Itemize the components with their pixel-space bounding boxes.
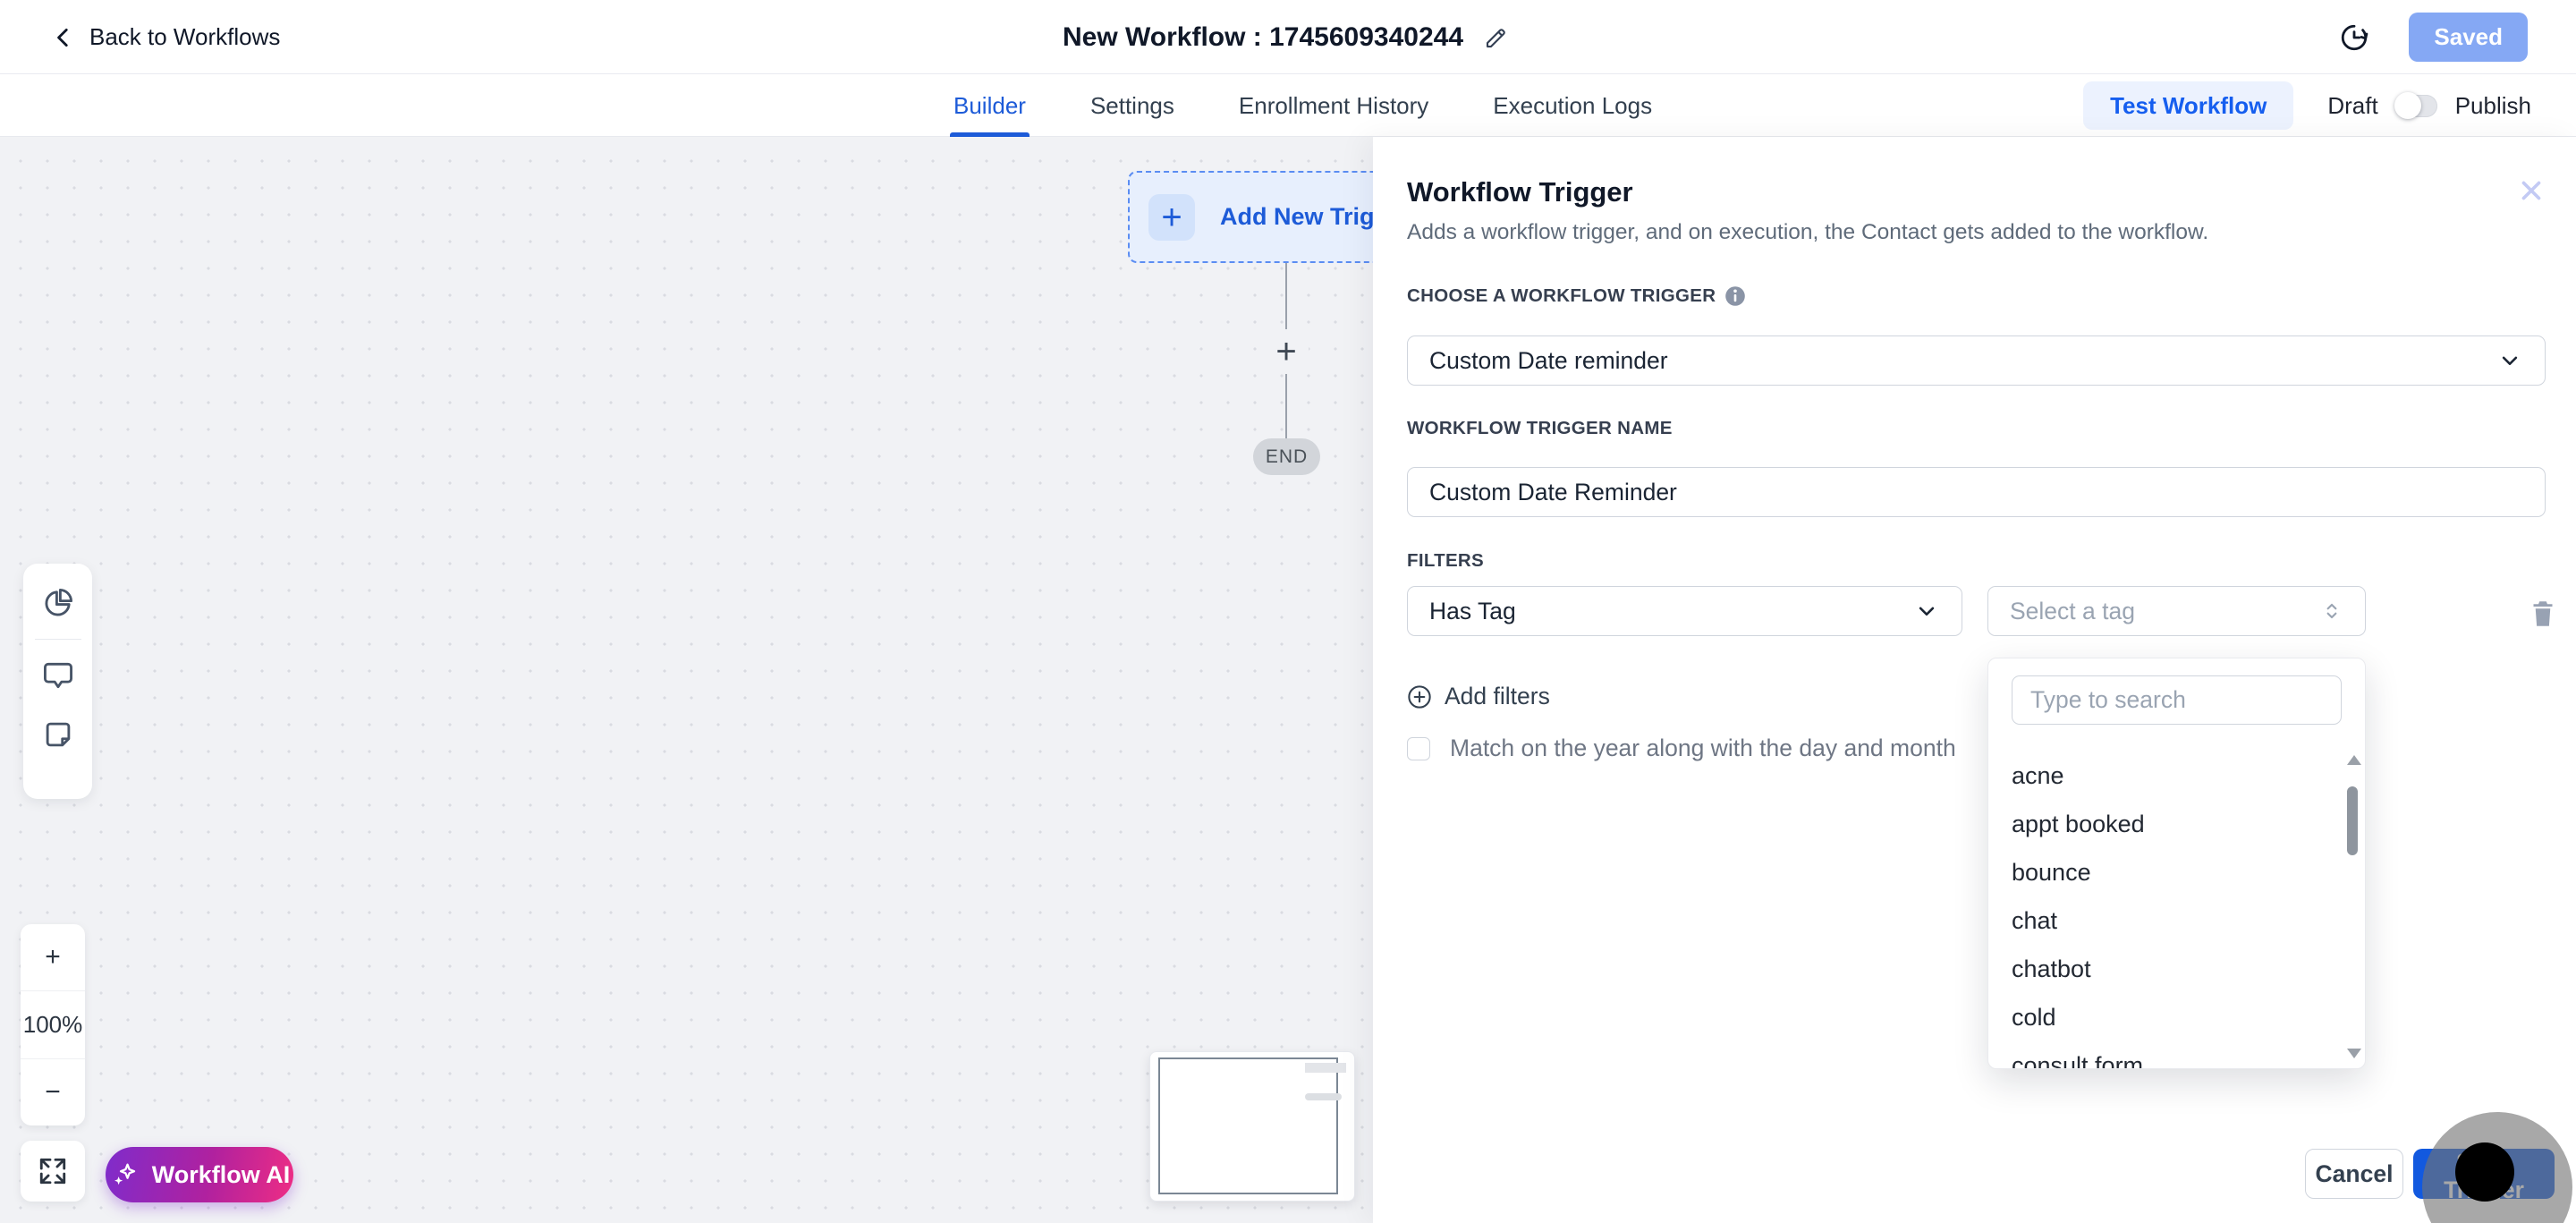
plus-tile-icon: + [1148, 193, 1195, 241]
test-workflow-button[interactable]: Test Workflow [2083, 81, 2294, 130]
chevron-down-icon [2502, 356, 2518, 366]
minimap[interactable] [1149, 1051, 1355, 1202]
tag-option[interactable]: appt booked [1988, 800, 2346, 848]
tab-bar: Builder Settings Enrollment History Exec… [0, 74, 2576, 137]
draft-label: Draft [2327, 91, 2378, 119]
scrollbar-thumb[interactable] [2347, 786, 2358, 855]
panel-description: Adds a workflow trigger, and on executio… [1407, 220, 2209, 244]
tag-option[interactable]: cold [1988, 993, 2346, 1041]
close-panel-button[interactable] [2510, 169, 2553, 212]
pie-chart-icon [45, 589, 72, 616]
sparkles-icon [114, 1163, 135, 1185]
close-icon [2521, 181, 2541, 200]
workflow-title: New Workflow : 1745609340244 [1063, 21, 1464, 52]
delete-filter-button[interactable] [2525, 594, 2561, 633]
publish-label: Publish [2454, 91, 2531, 119]
canvas-side-toolbar [23, 564, 92, 799]
tag-option[interactable]: consult form [1988, 1041, 2346, 1069]
back-to-workflows-button[interactable]: Back to Workflows [52, 0, 280, 74]
tag-option[interactable]: bounce [1988, 848, 2346, 896]
info-icon[interactable] [1724, 285, 1746, 307]
filter-type-select[interactable]: Has Tag [1407, 586, 1962, 636]
sticky-note-icon [46, 722, 70, 747]
filters-label: FILTERS [1407, 550, 1484, 571]
tag-select[interactable]: Select a tag [1987, 586, 2366, 636]
end-node: END [1253, 438, 1320, 475]
workflow-canvas[interactable]: + Add New Trigger + END + 100% − [0, 137, 1373, 1223]
tag-option[interactable]: chatbot [1988, 945, 2346, 993]
match-year-label: Match on the year along with the day and… [1450, 735, 1956, 761]
scroll-up-arrow-icon[interactable] [2347, 755, 2361, 765]
trigger-name-label: WORKFLOW TRIGGER NAME [1407, 418, 1673, 438]
trigger-name-input-wrap [1407, 467, 2546, 517]
trigger-type-select[interactable]: Custom Date reminder [1407, 335, 2546, 386]
popup-scrollbar[interactable] [2345, 752, 2361, 1063]
toolbar-divider [34, 639, 81, 640]
back-label: Back to Workflows [89, 23, 281, 50]
zoom-level: 100% [21, 990, 85, 1057]
tab-settings[interactable]: Settings [1087, 74, 1178, 137]
chat-bubble-icon [43, 662, 72, 689]
minimap-viewport [1158, 1057, 1338, 1194]
add-new-trigger-label: Add New Trigger [1220, 203, 1373, 230]
publish-toggle[interactable] [2394, 91, 2437, 119]
tabs: Builder Settings Enrollment History Exec… [950, 74, 1656, 137]
tag-dropdown-popup: acne appt booked bounce chat chatbot col… [1987, 658, 2366, 1069]
top-header: Back to Workflows New Workflow : 1745609… [0, 0, 2576, 74]
match-year-checkbox-row[interactable]: Match on the year along with the day and… [1407, 735, 1956, 762]
trigger-name-input[interactable] [1429, 478, 2523, 506]
stats-button[interactable] [40, 585, 76, 621]
add-new-trigger-node[interactable]: + Add New Trigger [1128, 171, 1373, 263]
unfold-icon [2326, 603, 2337, 619]
workflow-ai-button[interactable]: Workflow AI [106, 1147, 293, 1202]
scroll-down-arrow-icon[interactable] [2347, 1049, 2361, 1058]
workflow-ai-label: Workflow AI [151, 1160, 291, 1188]
tab-execution-logs[interactable]: Execution Logs [1489, 74, 1656, 137]
tab-enrollment-history[interactable]: Enrollment History [1235, 74, 1432, 137]
comments-button[interactable] [40, 658, 76, 693]
tag-option[interactable]: acne [1988, 752, 2346, 800]
chevron-down-icon [1919, 607, 1935, 616]
back-chevron-icon [57, 28, 68, 47]
tag-option[interactable]: chat [1988, 896, 2346, 945]
circle-plus-icon [1408, 684, 1431, 709]
choose-trigger-label: CHOOSE A WORKFLOW TRIGGER [1407, 285, 1746, 307]
trash-icon [2533, 601, 2553, 626]
minimap-node-marker [1305, 1093, 1342, 1100]
tag-list: acne appt booked bounce chat chatbot col… [1988, 752, 2346, 1069]
workflow-trigger-panel: Workflow Trigger Adds a workflow trigger… [1373, 137, 2576, 1223]
minimap-node-marker [1305, 1063, 1346, 1073]
saved-button[interactable]: Saved [2409, 13, 2528, 62]
zoom-controls: + 100% − [21, 924, 85, 1125]
notes-button[interactable] [40, 717, 76, 752]
add-step-button[interactable]: + [1264, 329, 1309, 374]
zoom-in-button[interactable]: + [21, 924, 85, 990]
version-history-icon[interactable] [2339, 22, 2369, 53]
match-year-checkbox[interactable] [1407, 736, 1430, 760]
fullscreen-icon [39, 1158, 66, 1185]
fullscreen-button[interactable] [21, 1141, 85, 1202]
edit-pencil-icon[interactable] [1483, 24, 1510, 51]
add-filters-button[interactable]: Add filters [1407, 683, 1550, 710]
save-trigger-button[interactable]: Save Trigger [2413, 1149, 2555, 1203]
tag-search-input[interactable] [2012, 675, 2342, 725]
panel-title: Workflow Trigger [1407, 176, 1633, 208]
toggle-knob [2394, 91, 2421, 119]
cancel-button[interactable]: Cancel [2305, 1149, 2403, 1199]
zoom-out-button[interactable]: − [21, 1057, 85, 1125]
tab-builder[interactable]: Builder [950, 74, 1030, 137]
